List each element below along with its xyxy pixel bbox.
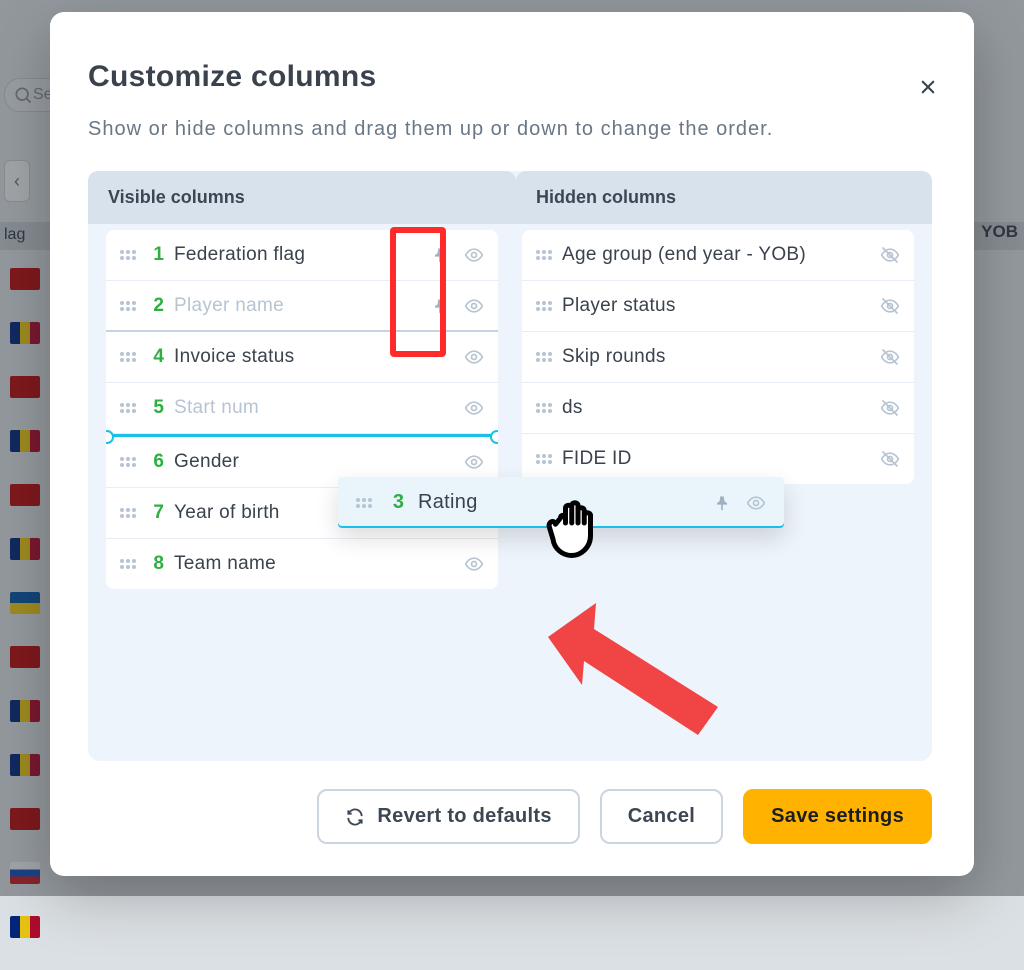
pin-icon[interactable] <box>430 245 450 265</box>
pin-icon[interactable] <box>712 493 732 513</box>
visible-column-row[interactable]: 8 Team name <box>106 539 498 589</box>
column-label: Player name <box>174 295 420 317</box>
hidden-columns-list: Age group (end year - YOB) Player status S… <box>522 230 914 484</box>
eye-off-icon[interactable] <box>880 296 900 316</box>
cancel-button[interactable]: Cancel <box>600 789 723 844</box>
column-label: Invoice status <box>174 346 454 368</box>
close-icon <box>918 77 938 97</box>
column-index: 7 <box>146 502 164 524</box>
visible-columns-list: 1 Federation flag 2 Player name 4 Invoice sta… <box>106 230 498 589</box>
column-label: Skip rounds <box>562 346 870 368</box>
revert-label: Revert to defaults <box>377 805 551 828</box>
visible-column-row[interactable]: 4 Invoice status <box>106 332 498 383</box>
refresh-icon <box>345 807 365 827</box>
arrow-annotation <box>548 597 748 737</box>
modal-footer: Revert to defaults Cancel Save settings <box>88 761 932 844</box>
modal-description: Show or hide columns and drag them up or… <box>88 118 932 141</box>
drag-handle-icon[interactable] <box>120 250 136 260</box>
drag-handle-icon[interactable] <box>536 403 552 413</box>
save-label: Save settings <box>771 805 904 828</box>
visible-column-row[interactable]: 1 Federation flag <box>106 230 498 281</box>
hidden-column-row[interactable]: Player status <box>522 281 914 332</box>
cancel-label: Cancel <box>628 805 695 828</box>
dragging-index: 3 <box>386 491 404 514</box>
customize-columns-modal: Customize columns Show or hide columns a… <box>50 12 974 876</box>
hidden-columns-header: Hidden columns <box>516 171 932 224</box>
column-index: 1 <box>146 244 164 266</box>
hidden-column-row[interactable]: Age group (end year - YOB) <box>522 230 914 281</box>
column-label: Team name <box>174 553 454 575</box>
drag-handle-icon[interactable] <box>120 457 136 467</box>
drag-handle-icon[interactable] <box>120 559 136 569</box>
column-label: FIDE ID <box>562 448 870 470</box>
eye-icon[interactable] <box>464 554 484 574</box>
eye-icon[interactable] <box>464 296 484 316</box>
column-label: ds <box>562 397 870 419</box>
eye-icon[interactable] <box>746 493 766 513</box>
drag-handle-icon[interactable] <box>120 352 136 362</box>
drag-handle-icon[interactable] <box>536 454 552 464</box>
column-label: Player status <box>562 295 870 317</box>
drag-handle-icon[interactable] <box>120 508 136 518</box>
eye-icon[interactable] <box>464 347 484 367</box>
visible-columns-header: Visible columns <box>88 171 516 224</box>
column-label: Age group (end year - YOB) <box>562 244 870 266</box>
drag-handle-icon[interactable] <box>120 301 136 311</box>
eye-icon[interactable] <box>464 245 484 265</box>
drag-handle-icon[interactable] <box>120 403 136 413</box>
dragging-label: Rating <box>418 491 698 514</box>
eye-off-icon[interactable] <box>880 347 900 367</box>
save-button[interactable]: Save settings <box>743 789 932 844</box>
close-button[interactable] <box>918 76 938 104</box>
drag-handle-icon[interactable] <box>536 301 552 311</box>
modal-title: Customize columns <box>88 60 932 94</box>
column-index: 6 <box>146 451 164 473</box>
hidden-column-row[interactable]: Skip rounds <box>522 332 914 383</box>
column-label: Federation flag <box>174 244 420 266</box>
column-index: 5 <box>146 397 164 419</box>
eye-icon[interactable] <box>464 452 484 472</box>
eye-off-icon[interactable] <box>880 245 900 265</box>
dragging-column-card[interactable]: 3 Rating <box>338 477 784 528</box>
revert-button[interactable]: Revert to defaults <box>317 789 579 844</box>
drag-handle-icon[interactable] <box>536 352 552 362</box>
hidden-columns-panel: Hidden columns Age group (end year - YOB… <box>522 171 914 484</box>
column-label: Gender <box>174 451 454 473</box>
eye-off-icon[interactable] <box>880 449 900 469</box>
column-index: 8 <box>146 553 164 575</box>
column-index: 4 <box>146 346 164 368</box>
pin-icon[interactable] <box>430 296 450 316</box>
eye-icon[interactable] <box>464 398 484 418</box>
column-index: 2 <box>146 295 164 317</box>
column-label: Start num <box>174 397 454 419</box>
columns-panels: Visible columns 1 Federation flag 2 Player … <box>88 171 932 761</box>
drag-handle-icon[interactable] <box>356 498 372 508</box>
visible-column-row[interactable]: 2 Player name <box>106 281 498 332</box>
drag-handle-icon[interactable] <box>536 250 552 260</box>
hidden-column-row[interactable]: ds <box>522 383 914 434</box>
eye-off-icon[interactable] <box>880 398 900 418</box>
visible-column-row[interactable]: 5 Start num <box>106 383 498 434</box>
